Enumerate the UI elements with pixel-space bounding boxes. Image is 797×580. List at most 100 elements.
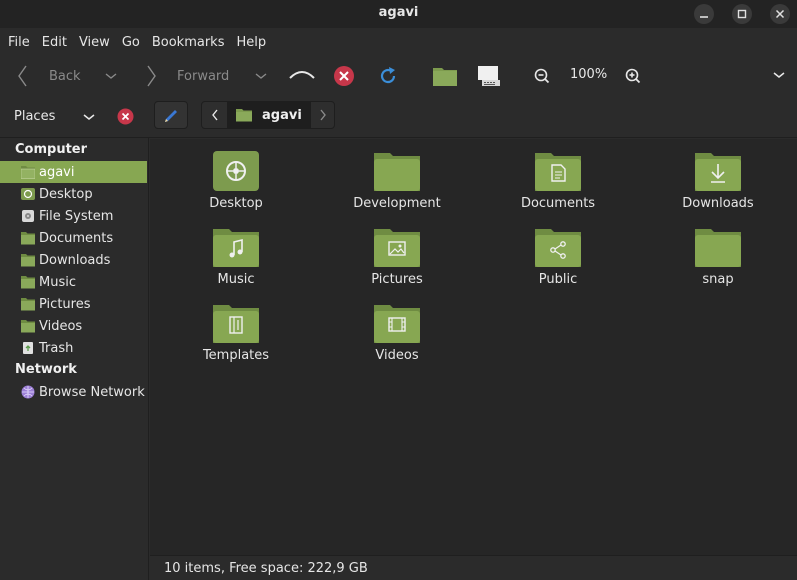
window-title: agavi — [378, 5, 419, 20]
up-button[interactable] — [288, 66, 316, 84]
up-arrow-icon — [289, 71, 315, 79]
sidebar-item-browse-network[interactable]: Browse Network — [0, 381, 147, 403]
file-item-downloads[interactable]: Downloads — [648, 139, 788, 211]
close-icon — [775, 9, 785, 19]
file-item-label: Downloads — [682, 196, 754, 211]
sidebar-item-videos[interactable]: Videos — [0, 315, 147, 337]
zoom-in-button[interactable] — [625, 68, 641, 84]
back-button[interactable]: Back — [16, 62, 81, 90]
close-button[interactable] — [770, 4, 790, 24]
maximize-icon — [737, 9, 747, 19]
close-icon — [117, 108, 134, 125]
file-item-label: snap — [702, 272, 734, 287]
reload-button[interactable] — [377, 65, 399, 87]
sidebar-item-music[interactable]: Music — [0, 271, 147, 293]
sidebar-item-label: Videos — [39, 318, 83, 334]
trash-icon — [23, 342, 33, 354]
sidebar-heading-network: Network — [15, 362, 77, 377]
sidebar-item-label: Pictures — [39, 296, 91, 312]
menu-help[interactable]: Help — [230, 35, 272, 50]
file-item-documents[interactable]: Documents — [488, 139, 628, 211]
file-item-pictures[interactable]: Pictures — [327, 215, 467, 287]
sidebar-item-documents[interactable]: Documents — [0, 227, 147, 249]
videos-folder-icon — [374, 305, 420, 343]
menu-view[interactable]: View — [73, 35, 116, 50]
zoom-in-icon — [625, 68, 641, 84]
menu-bookmarks[interactable]: Bookmarks — [146, 35, 231, 50]
file-item-public[interactable]: Public — [488, 215, 628, 287]
drive-icon — [22, 210, 34, 222]
sidebar-item-desktop[interactable]: Desktop — [0, 183, 147, 205]
computer-icon — [478, 66, 500, 86]
share-folder-icon — [535, 229, 581, 267]
zoom-out-button[interactable] — [534, 68, 550, 84]
status-text: 10 items, Free space: 222,9 GB — [164, 561, 368, 576]
zoom-level: 100% — [570, 67, 607, 82]
file-item-videos[interactable]: Videos — [327, 291, 467, 363]
breadcrumb-forward-button[interactable] — [311, 102, 335, 128]
chevron-right-icon — [147, 65, 156, 87]
sidebar-heading-computer: Computer — [15, 142, 88, 157]
sidebar-item-label: Documents — [39, 230, 114, 246]
sidebar-item-label: agavi — [39, 164, 75, 180]
sidebar-item-label: Browse Network — [39, 384, 145, 400]
file-item-label: Templates — [202, 348, 270, 363]
chevron-down-icon — [773, 72, 785, 78]
file-item-label: Music — [217, 272, 255, 287]
location-bar: Places agavi — [0, 96, 797, 138]
reload-icon — [380, 67, 396, 84]
file-item-snap[interactable]: snap — [648, 215, 788, 287]
close-sidebar-button[interactable] — [117, 108, 134, 129]
minimize-icon — [700, 16, 708, 18]
sidebar-item-label: Music — [39, 274, 76, 290]
toolbar-overflow-button[interactable] — [772, 70, 786, 80]
sidebar-item-trash[interactable]: Trash — [0, 337, 147, 359]
computer-button[interactable] — [476, 64, 502, 88]
places-label: Places — [14, 109, 56, 124]
file-item-desktop[interactable]: Desktop — [166, 139, 306, 211]
file-item-templates[interactable]: Templates — [166, 291, 306, 363]
home-button[interactable] — [432, 65, 458, 87]
chevron-down-icon — [83, 114, 95, 120]
music-folder-icon — [213, 229, 259, 267]
folder-icon — [21, 298, 35, 311]
sidebar-item-downloads[interactable]: Downloads — [0, 249, 147, 271]
file-item-development[interactable]: Development — [327, 139, 467, 211]
sidebar-item-label: Trash — [39, 340, 74, 356]
maximize-button[interactable] — [732, 4, 752, 24]
folder-icon — [21, 276, 35, 289]
toggle-location-entry-button[interactable] — [154, 101, 188, 129]
folder-icon — [236, 109, 252, 122]
menu-file[interactable]: File — [2, 35, 36, 50]
breadcrumb-back-button[interactable] — [202, 102, 227, 128]
zoom-level-text: 100% — [570, 67, 608, 82]
desktop-icon — [21, 188, 35, 200]
desktop-folder-icon — [213, 151, 259, 191]
sidebar-item-label: Desktop — [39, 186, 93, 202]
status-bar: 10 items, Free space: 222,9 GB — [150, 555, 797, 580]
home-folder-icon — [433, 68, 457, 86]
breadcrumb-current[interactable]: agavi — [227, 102, 311, 128]
folder-icon — [21, 320, 35, 333]
forward-button[interactable]: Forward — [146, 62, 229, 90]
folder-icon — [21, 166, 35, 179]
file-item-music[interactable]: Music — [166, 215, 306, 287]
stop-button[interactable] — [333, 65, 355, 87]
places-dropdown[interactable] — [82, 111, 96, 126]
file-item-label: Documents — [520, 196, 596, 211]
minimize-button[interactable] — [694, 4, 714, 24]
back-history-dropdown[interactable] — [104, 62, 118, 90]
file-view: Desktop Development Documents Downloads — [150, 139, 797, 555]
folder-icon — [21, 254, 35, 267]
menu-bar: File Edit View Go Bookmarks Help — [0, 28, 797, 56]
templates-folder-icon — [213, 305, 259, 343]
menu-edit[interactable]: Edit — [36, 35, 73, 50]
sidebar-item-file-system[interactable]: File System — [0, 205, 147, 227]
menu-go[interactable]: Go — [116, 35, 146, 50]
forward-history-dropdown[interactable] — [254, 62, 268, 90]
chevron-down-icon — [255, 73, 267, 79]
sidebar-item-pictures[interactable]: Pictures — [0, 293, 147, 315]
chevron-left-icon — [18, 65, 27, 87]
file-item-label: Development — [353, 196, 441, 211]
sidebar-item-agavi[interactable]: agavi — [0, 161, 147, 183]
